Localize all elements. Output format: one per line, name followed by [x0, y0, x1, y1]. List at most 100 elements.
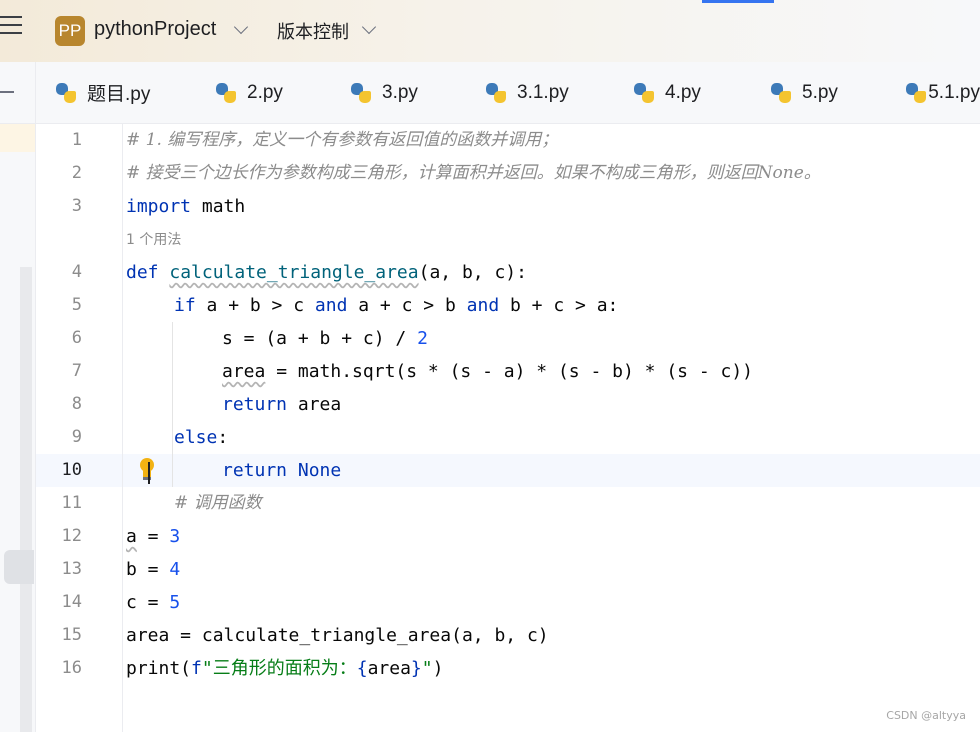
usages-hint[interactable]: 1 个用法: [126, 229, 181, 251]
number-literal: 5: [169, 592, 181, 613]
tab-file[interactable]: 5.py: [770, 62, 838, 123]
code-text: :: [217, 427, 229, 448]
code-line: a = 3: [126, 520, 180, 553]
code-text: ): [432, 658, 444, 679]
keyword: and: [466, 295, 500, 316]
tab-label: 5.1.py: [928, 81, 980, 103]
code-text: (a, b, c):: [418, 262, 527, 283]
code-text: c =: [126, 592, 170, 613]
tab-file[interactable]: 3.py: [350, 62, 418, 123]
indent-guide: [172, 454, 173, 487]
code-comment: # 1. 编写程序，定义一个有参数有返回值的函数并调用；: [126, 130, 559, 150]
python-file-icon: [350, 82, 372, 104]
project-badge[interactable]: PP: [55, 16, 85, 46]
tab-label: 4.py: [665, 81, 701, 103]
code-text: =: [136, 526, 170, 547]
code-line: import math: [126, 190, 245, 223]
tab-label: 3.1.py: [517, 81, 569, 103]
python-file-icon: [55, 82, 77, 104]
vcs-dropdown[interactable]: 版本控制: [277, 18, 349, 44]
collapse-icon[interactable]: [0, 91, 14, 93]
keyword: import: [126, 196, 192, 217]
code-text: a + b > c: [195, 295, 315, 316]
number-literal: 4: [169, 559, 181, 580]
tab-file[interactable]: 4.py: [633, 62, 701, 123]
keyword: else: [174, 427, 218, 448]
fstring-brace: }: [410, 658, 422, 679]
tab-file[interactable]: 题目.py: [55, 62, 150, 123]
keyword: None: [287, 460, 342, 481]
active-toolwindow-indicator: [702, 0, 774, 3]
code-text: print(: [126, 658, 192, 679]
left-tool-button[interactable]: [4, 550, 34, 584]
variable: area: [222, 361, 266, 382]
tab-label: 2.py: [247, 81, 283, 103]
code-text: area: [367, 658, 411, 679]
code-text: b + c > a:: [499, 295, 619, 316]
line-number: 4: [71, 262, 82, 282]
code-text: a + c > b: [347, 295, 467, 316]
python-file-icon: [485, 82, 507, 104]
code-comment: # 接受三个边长作为参数构成三角形，计算面积并返回。如果不构成三角形，则返回No…: [126, 163, 821, 183]
code-line: else:: [174, 421, 228, 454]
code-line: c = 5: [126, 586, 180, 619]
string-literal: "三角形的面积为：: [201, 658, 357, 679]
line-number: 13: [61, 559, 82, 579]
line-number: 3: [71, 196, 82, 216]
indent-guide: [172, 322, 173, 454]
line-number: 12: [61, 526, 82, 546]
number-literal: 3: [169, 526, 181, 547]
line-number: 16: [61, 658, 82, 678]
code-text: s = (a + b + c) /: [222, 328, 418, 349]
python-file-icon: [633, 82, 655, 104]
code-line: area = math.sqrt(s * (s - a) * (s - b) *…: [222, 355, 753, 388]
code-text: b =: [126, 559, 170, 580]
caret-line-highlight: [36, 454, 980, 487]
line-number: 15: [61, 625, 82, 645]
left-scrollbar[interactable]: [20, 267, 32, 732]
string-literal: ": [421, 658, 433, 679]
fstring-prefix: f: [191, 658, 202, 679]
tab-file[interactable]: 3.1.py: [485, 62, 569, 123]
fstring-brace: {: [356, 658, 368, 679]
code-line-current: return None: [222, 454, 341, 487]
line-number: 7: [71, 361, 82, 381]
tab-file[interactable]: 5.1.py: [905, 62, 980, 123]
code-line: if a + b > c and a + c > b and b + c > a…: [174, 289, 618, 322]
main-menu-icon[interactable]: [0, 16, 24, 42]
line-number: 9: [71, 427, 82, 447]
code-line: def calculate_triangle_area(a, b, c):: [126, 256, 527, 289]
line-number: 11: [61, 493, 82, 513]
project-name-dropdown[interactable]: pythonProject: [94, 18, 216, 41]
tab-label: 题目.py: [87, 84, 151, 105]
function-name: calculate_triangle_area: [169, 262, 419, 283]
watermark: CSDN @altyya: [886, 709, 966, 722]
line-number: 1: [71, 130, 82, 150]
line-number: 14: [61, 592, 82, 612]
code-line: b = 4: [126, 553, 180, 586]
code-text: area = calculate_triangle_area(a, b, c): [126, 625, 549, 646]
gutter-separator: [122, 124, 123, 732]
keyword: and: [314, 295, 348, 316]
number-literal: 2: [417, 328, 428, 349]
tab-file[interactable]: 2.py: [215, 62, 283, 123]
python-file-icon: [215, 82, 237, 104]
text-cursor: [148, 462, 150, 484]
keyword: return: [222, 394, 288, 415]
variable: a: [126, 526, 137, 547]
python-file-icon: [770, 82, 792, 104]
line-number: 5: [71, 295, 82, 315]
line-number: 2: [71, 163, 82, 183]
code-line: return area: [222, 388, 341, 421]
code-line: s = (a + b + c) / 2: [222, 322, 428, 355]
keyword: def: [126, 262, 159, 283]
code-comment: # 调用函数: [174, 493, 262, 513]
code-text: math: [191, 196, 246, 217]
code-line: print(f"三角形的面积为：{area}"): [126, 652, 443, 685]
python-file-icon: [905, 82, 926, 104]
code-line: area = calculate_triangle_area(a, b, c): [126, 619, 549, 652]
line-number: 8: [71, 394, 82, 414]
code-text: = math.sqrt(s * (s - a) * (s - b) * (s -…: [265, 361, 754, 382]
keyword: if: [174, 295, 196, 316]
lightbulb-icon[interactable]: [139, 458, 155, 482]
